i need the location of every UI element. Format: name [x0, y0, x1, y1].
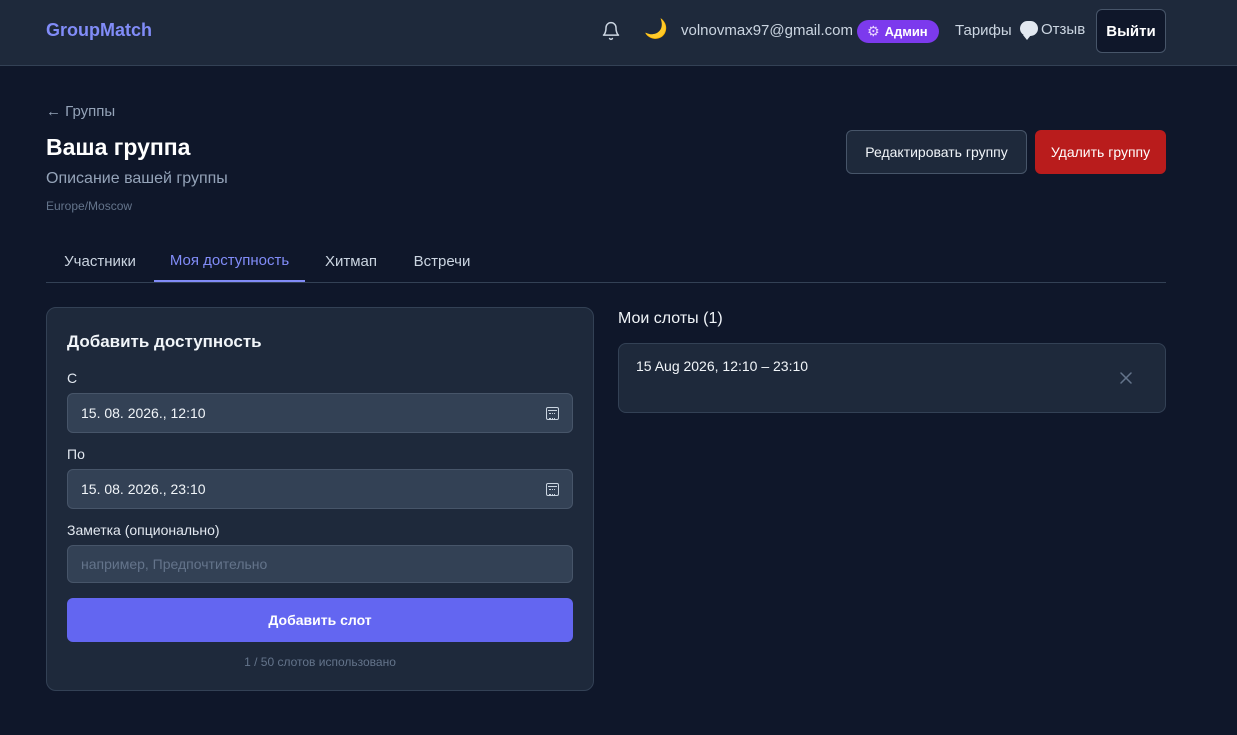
card-title: Добавить доступность [67, 332, 262, 351]
slot-time-range: 15 Aug 2026, 12:10 – 23:10 [636, 358, 809, 374]
tariffs-link[interactable]: Тарифы [955, 22, 1012, 39]
admin-badge[interactable]: ⚙ Админ [857, 20, 939, 43]
gear-icon: ⚙ [867, 23, 880, 39]
moon-icon[interactable]: 🌙 [644, 19, 668, 41]
tab-participants[interactable]: Участники [46, 240, 154, 282]
tab-meetings[interactable]: Встречи [397, 240, 487, 282]
back-to-groups-link[interactable]: ← Группы [46, 103, 115, 120]
user-email: volnovmax97@gmail.com [681, 22, 853, 39]
calendar-icon[interactable] [546, 482, 559, 496]
note-input[interactable]: например, Предпочтительно [67, 545, 573, 583]
note-placeholder: например, Предпочтительно [81, 556, 268, 572]
note-label: Заметка (опционально) [67, 522, 220, 538]
group-tabs: Участники Моя доступность Хитмап Встречи [46, 240, 1166, 283]
close-icon[interactable] [1118, 370, 1134, 386]
my-slots-title: Мои слоты (1) [618, 310, 723, 327]
feedback-link[interactable]: Отзыв [1020, 21, 1086, 40]
bell-icon[interactable] [601, 21, 621, 41]
brand-logo[interactable]: GroupMatch [46, 20, 152, 41]
from-label: С [67, 370, 78, 386]
logout-button[interactable]: Выйти [1096, 9, 1166, 53]
group-description: Описание вашей группы [46, 170, 228, 187]
tab-heatmap[interactable]: Хитмап [305, 240, 397, 282]
group-timezone: Europe/Moscow [46, 199, 133, 213]
to-datetime-input[interactable]: 15. 08. 2026., 23:10 [67, 469, 573, 509]
tab-my-availability[interactable]: Моя доступность [154, 240, 305, 282]
add-availability-card: Добавить доступность С 15. 08. 2026., 12… [46, 307, 594, 691]
top-navbar: GroupMatch 🌙 volnovmax97@gmail.com ⚙ Адм… [0, 0, 1237, 66]
from-datetime-value: 15. 08. 2026., 12:10 [81, 405, 206, 421]
from-datetime-input[interactable]: 15. 08. 2026., 12:10 [67, 393, 573, 433]
to-label: По [67, 446, 85, 462]
add-slot-button[interactable]: Добавить слот [67, 598, 573, 642]
slot-usage-counter: 1 / 50 слотов использовано [244, 655, 396, 669]
page-title: Ваша группа [46, 134, 191, 160]
slot-item: 15 Aug 2026, 12:10 – 23:10 [618, 343, 1166, 413]
feedback-label: Отзыв [1041, 21, 1086, 38]
to-datetime-value: 15. 08. 2026., 23:10 [81, 481, 206, 497]
speech-bubble-icon [1020, 21, 1038, 40]
edit-group-button[interactable]: Редактировать группу [846, 130, 1027, 174]
delete-group-button[interactable]: Удалить группу [1035, 130, 1166, 174]
admin-badge-label: Админ [884, 24, 928, 39]
calendar-icon[interactable] [546, 406, 559, 420]
